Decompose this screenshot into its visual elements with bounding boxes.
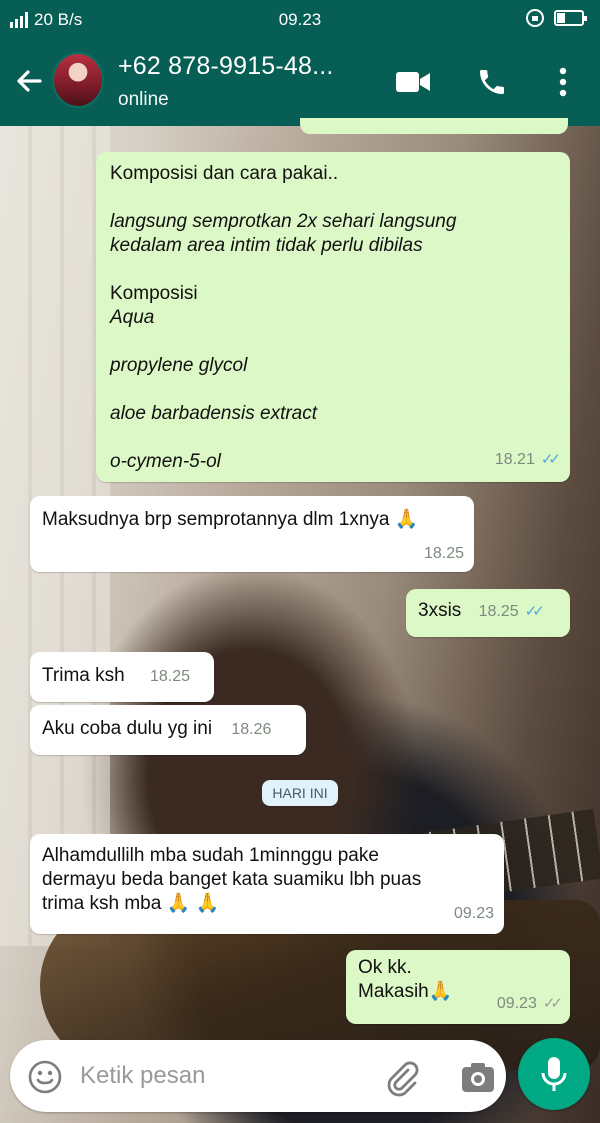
message-line: propylene glycol [110, 355, 248, 376]
message-line: Komposisi [110, 283, 198, 304]
avatar[interactable] [52, 52, 104, 108]
message-time: 18.21 [494, 451, 535, 468]
message-incoming[interactable]: Trima ksh 18.25 [30, 652, 214, 702]
message-line: o-cymen-5-ol [110, 451, 221, 472]
status-time: 09.23 [278, 10, 322, 29]
message-line: dermayu beda banget kata suamiku lbh pua… [42, 869, 422, 890]
message-text: Trima ksh [42, 665, 125, 686]
message-incoming[interactable]: Aku coba dulu yg ini 18.26 [30, 705, 306, 755]
message-time: 18.25 [423, 545, 464, 562]
message-line: Ok kk. [358, 957, 412, 978]
contact-name[interactable]: +62 878-9915-48... [118, 52, 334, 81]
message-incoming[interactable]: Alhamdullilh mba sudah 1minnggu pake der… [30, 834, 504, 934]
status-bar: 20 B/s 09.23 [0, 0, 600, 40]
message-input[interactable]: Ketik pesan [80, 1062, 205, 1090]
message-input-bar: Ketik pesan [10, 1040, 506, 1112]
message-text: Aku coba dulu yg ini [42, 718, 213, 739]
message-time: 18.26 [231, 721, 272, 738]
message-text: 3xsis [418, 600, 462, 621]
message-text: Maksudnya brp semprotannya dlm 1xnya 🙏 [42, 509, 419, 530]
camera-icon[interactable] [458, 1058, 498, 1098]
message-time: 09.23 [453, 905, 494, 922]
attach-icon[interactable] [382, 1058, 422, 1098]
chat-header: +62 878-9915-48... online [0, 40, 600, 126]
message-incoming[interactable]: Maksudnya brp semprotannya dlm 1xnya 🙏 1… [30, 496, 474, 572]
message-line: Komposisi dan cara pakai.. [110, 163, 339, 184]
message-time: 18.25 [478, 603, 519, 620]
mic-icon[interactable] [518, 1038, 590, 1110]
message-outgoing[interactable]: Ok kk. Makasih🙏 09.23 ✓✓ [346, 950, 570, 1024]
previous-message-partial [300, 118, 568, 134]
phone-icon[interactable] [472, 62, 512, 102]
delivered-ticks-icon: ✓✓ [542, 995, 563, 1012]
more-vert-icon[interactable] [543, 62, 583, 102]
message-time: 09.23 [496, 995, 537, 1012]
message-outgoing[interactable]: 3xsis 18.25 ✓✓ [406, 589, 570, 637]
video-call-icon[interactable] [393, 62, 433, 102]
message-outgoing[interactable]: Komposisi dan cara pakai.. langsung semp… [96, 152, 570, 482]
message-line: kedalam area intim tidak perlu dibilas [110, 235, 423, 256]
read-ticks-icon: ✓✓ [540, 451, 561, 468]
rotation-lock-icon [526, 9, 544, 27]
contact-status: online [118, 89, 169, 110]
battery-icon [554, 10, 587, 26]
message-line: trima ksh mba 🙏 🙏 [42, 893, 220, 914]
back-arrow-icon[interactable] [12, 64, 46, 98]
message-time: 18.25 [149, 668, 191, 685]
emoji-icon[interactable] [28, 1060, 62, 1094]
message-line: langsung semprotkan 2x sehari langsung [110, 211, 457, 232]
message-line: Aqua [110, 307, 155, 328]
message-line: aloe barbadensis extract [110, 403, 318, 424]
read-ticks-icon: ✓✓ [524, 603, 545, 620]
message-line: Alhamdullilh mba sudah 1minnggu pake [42, 845, 379, 866]
day-separator: HARI INI [262, 780, 338, 806]
